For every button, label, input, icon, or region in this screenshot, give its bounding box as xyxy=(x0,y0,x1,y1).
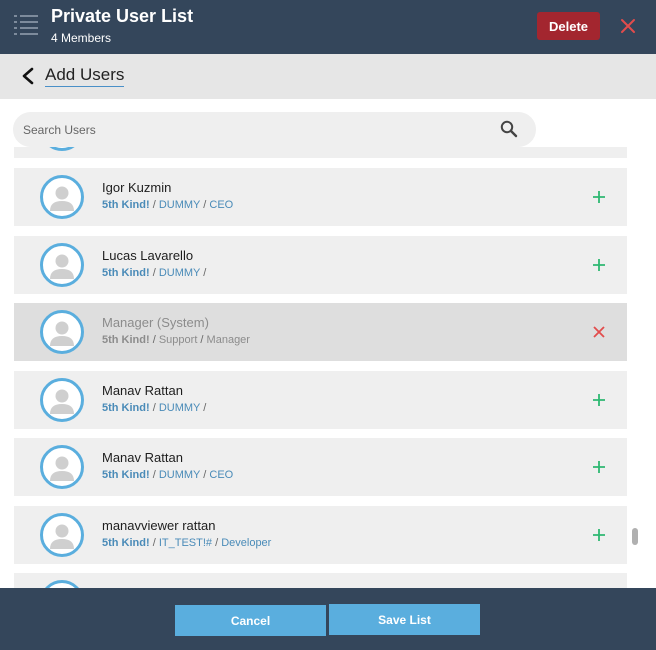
avatar xyxy=(40,513,84,557)
user-role: CEO xyxy=(209,469,234,481)
save-list-button[interactable]: Save List xyxy=(329,604,480,635)
user-meta: 5th Kind! / DUMMY / CEO xyxy=(102,469,234,481)
scrollbar-thumb[interactable] xyxy=(632,528,638,545)
avatar xyxy=(40,147,84,151)
user-meta: 5th Kind! / DUMMY / xyxy=(102,402,207,414)
add-users-link[interactable]: Add Users xyxy=(45,65,125,87)
user-row[interactable]: Manav Rattan 5th Kind! / DUMMY / CEO xyxy=(14,438,627,496)
user-name: Manav Rattan xyxy=(102,450,183,465)
user-company: 5th Kind! xyxy=(102,537,150,549)
avatar xyxy=(40,175,84,219)
user-name: Lucas Lavarello xyxy=(102,248,194,263)
user-department: Support xyxy=(158,334,198,346)
user-name: Manager (System) xyxy=(102,315,209,330)
user-meta: 5th Kind! / IT_TEST!# / Developer xyxy=(102,537,272,549)
user-department: DUMMY xyxy=(158,267,201,279)
user-role: Developer xyxy=(221,537,272,549)
cancel-button[interactable]: Cancel xyxy=(175,605,326,636)
user-meta: 5th Kind! / DUMMY / CEO xyxy=(102,199,234,211)
user-department: DUMMY xyxy=(158,402,201,414)
user-meta: 5th Kind! / DUMMY / xyxy=(102,267,207,279)
page-title: Private User List xyxy=(51,6,194,26)
user-company: 5th Kind! xyxy=(102,469,150,481)
add-icon[interactable] xyxy=(591,459,607,475)
avatar xyxy=(40,243,84,287)
user-department: DUMMY xyxy=(158,469,201,481)
add-icon[interactable] xyxy=(591,257,607,273)
avatar xyxy=(40,580,84,588)
user-row[interactable] xyxy=(14,573,627,588)
user-name: Manav Rattan xyxy=(102,383,183,398)
avatar xyxy=(40,310,84,354)
footer-bar: Cancel Save List xyxy=(0,588,656,650)
user-row[interactable]: Manav Rattan 5th Kind! / DUMMY / xyxy=(14,371,627,429)
user-row[interactable]: manavviewer rattan 5th Kind! / IT_TEST!#… xyxy=(14,506,627,564)
add-icon[interactable] xyxy=(591,392,607,408)
list-icon xyxy=(14,15,38,35)
member-count: 4 Members xyxy=(51,31,112,45)
delete-button[interactable]: Delete xyxy=(537,12,600,40)
user-meta: 5th Kind! / Support / Manager xyxy=(102,334,250,346)
user-department: DUMMY xyxy=(158,199,201,211)
close-icon[interactable] xyxy=(619,17,637,35)
user-name: Igor Kuzmin xyxy=(102,180,172,195)
user-department: IT_TEST!# xyxy=(158,537,213,549)
user-row[interactable]: Lucas Lavarello 5th Kind! / DUMMY / xyxy=(14,236,627,294)
add-users-bar: Add Users xyxy=(0,54,656,99)
user-row-selected[interactable]: Manager (System) 5th Kind! / Support / M… xyxy=(14,303,627,361)
avatar xyxy=(40,445,84,489)
search-bar xyxy=(13,112,536,147)
scrollbar[interactable] xyxy=(628,147,640,588)
user-role: CEO xyxy=(209,199,234,211)
add-icon[interactable] xyxy=(591,189,607,205)
chevron-left-icon[interactable] xyxy=(20,67,36,85)
search-input[interactable] xyxy=(23,112,493,147)
user-row[interactable]: Igor Kuzmin 5th Kind! / DUMMY / CEO xyxy=(14,168,627,226)
user-role: Manager xyxy=(206,334,250,346)
avatar xyxy=(40,378,84,422)
user-list: Igor Kuzmin 5th Kind! / DUMMY / CEO Luca… xyxy=(0,147,628,588)
user-company: 5th Kind! xyxy=(102,199,150,211)
header-bar: Private User List 4 Members Delete xyxy=(0,0,656,54)
user-row[interactable] xyxy=(14,147,627,158)
user-company: 5th Kind! xyxy=(102,334,150,346)
user-name: manavviewer rattan xyxy=(102,518,216,533)
user-company: 5th Kind! xyxy=(102,402,150,414)
remove-icon[interactable] xyxy=(591,324,607,340)
search-icon[interactable] xyxy=(500,120,518,138)
user-company: 5th Kind! xyxy=(102,267,150,279)
add-icon[interactable] xyxy=(591,527,607,543)
